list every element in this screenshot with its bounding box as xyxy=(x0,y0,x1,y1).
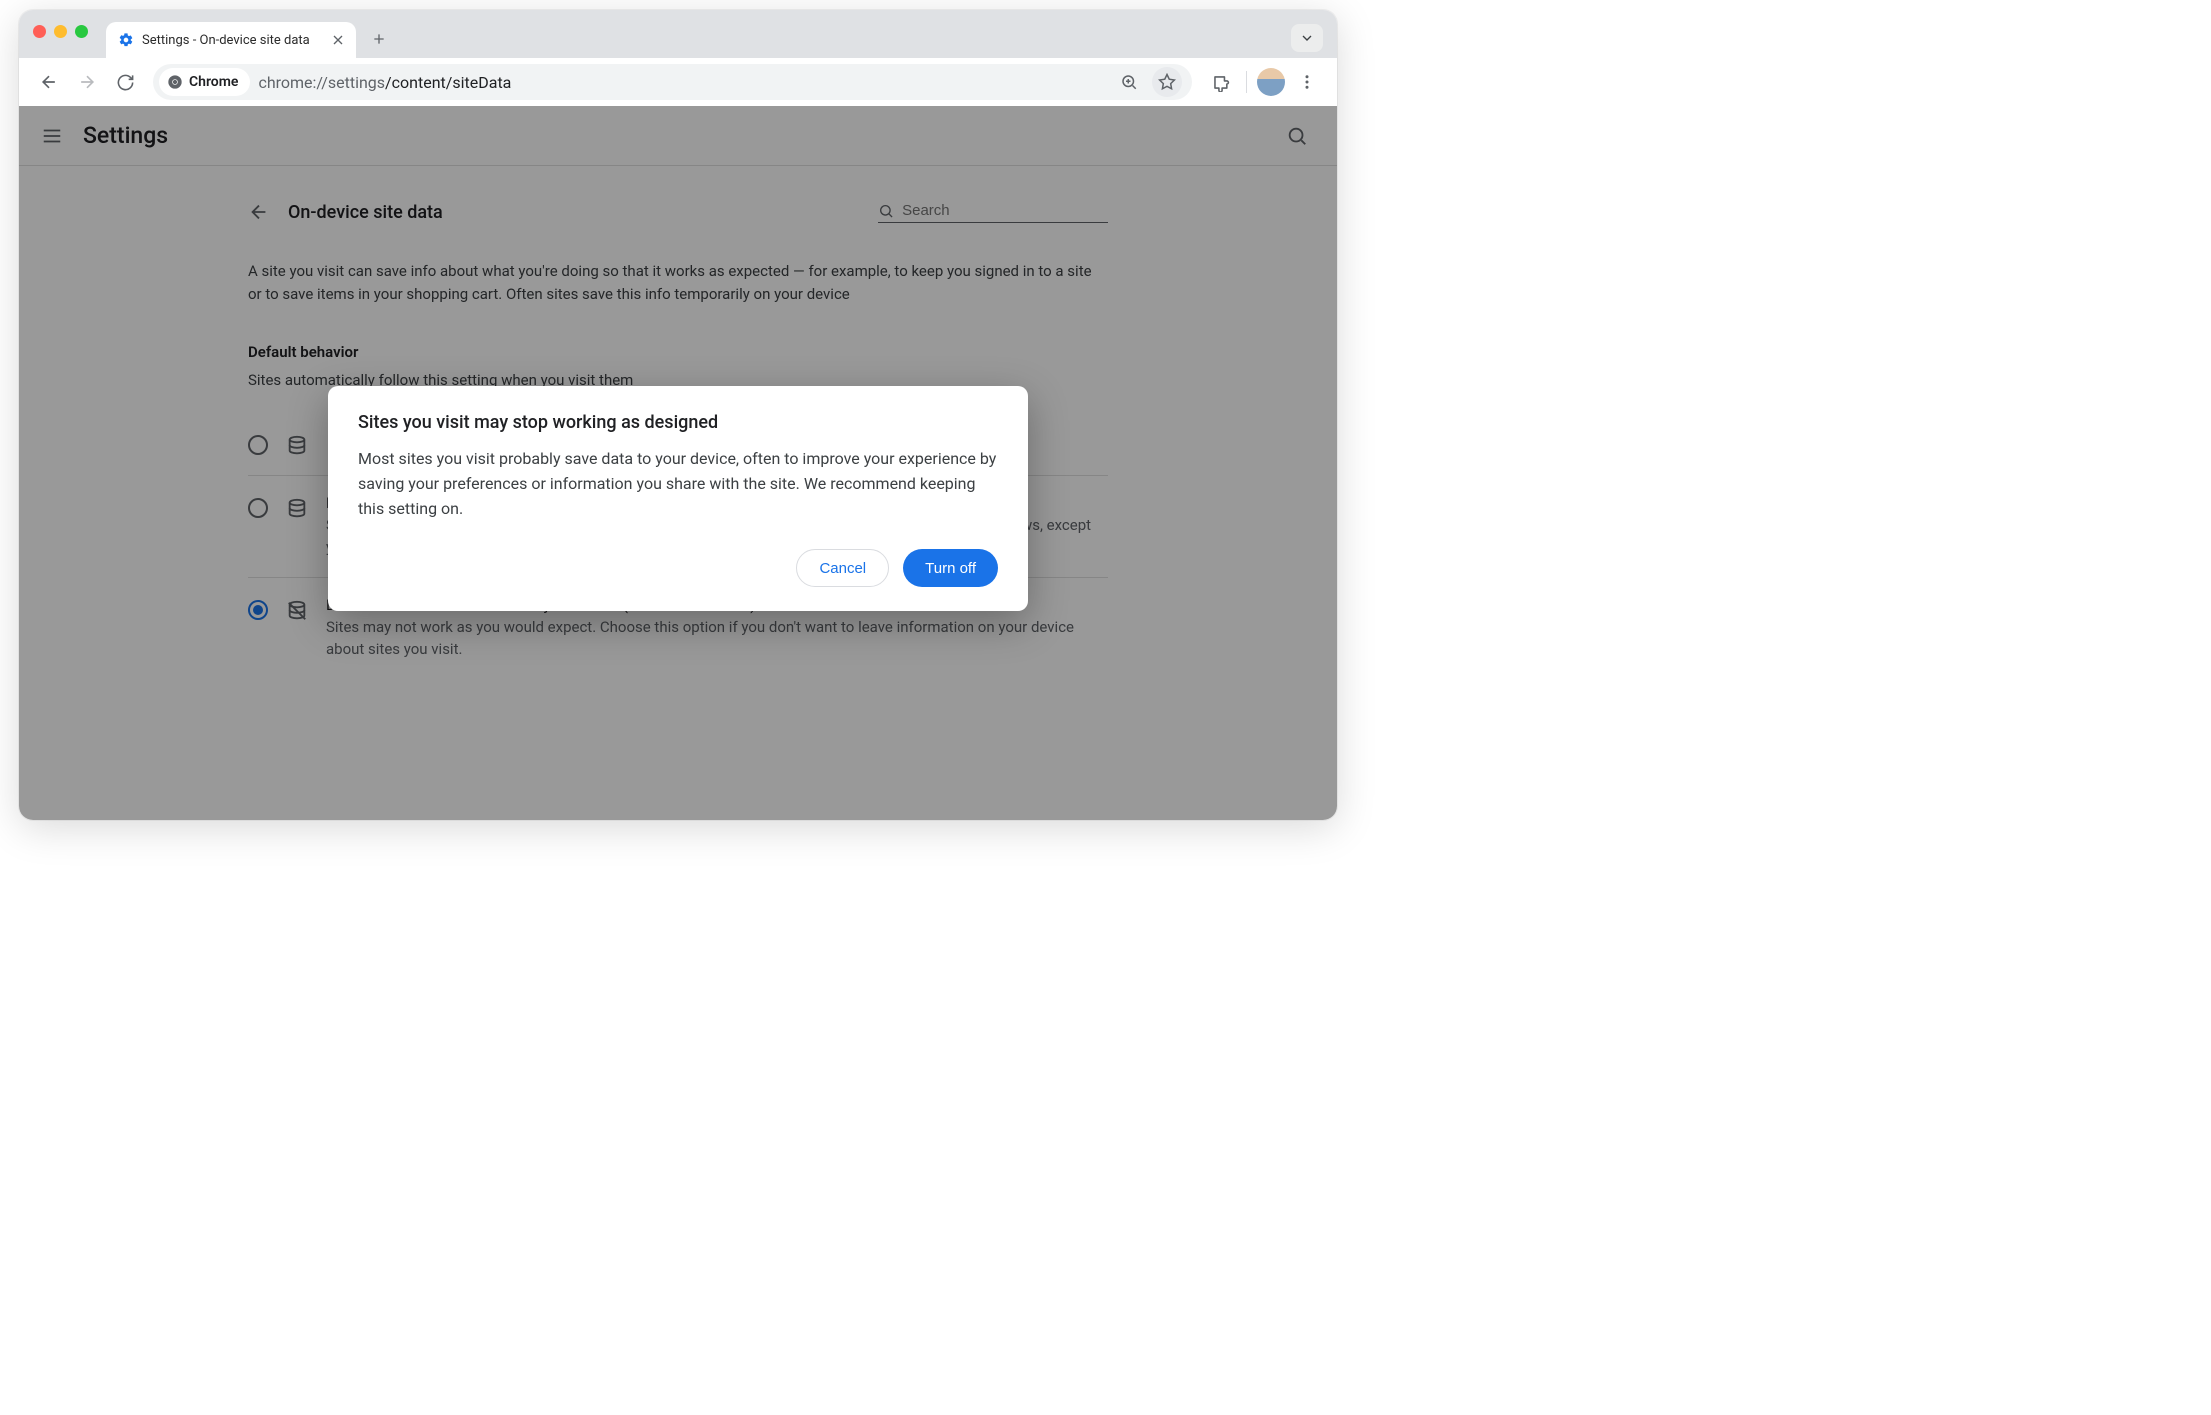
dialog-title: Sites you visit may stop working as desi… xyxy=(358,412,998,433)
settings-gear-icon xyxy=(118,32,134,48)
browser-menu-icon[interactable] xyxy=(1291,66,1323,98)
extensions-icon[interactable] xyxy=(1204,66,1236,98)
address-bar[interactable]: Chrome chrome://settings/content/siteDat… xyxy=(153,64,1192,100)
site-chip[interactable]: Chrome xyxy=(159,68,250,96)
new-tab-button[interactable] xyxy=(364,24,394,54)
confirm-dialog: Sites you visit may stop working as desi… xyxy=(328,386,1028,611)
minimize-window-button[interactable] xyxy=(54,25,67,38)
close-window-button[interactable] xyxy=(33,25,46,38)
chrome-icon xyxy=(167,74,183,90)
page-content: Settings On-device site data A site you … xyxy=(19,106,1337,820)
fullscreen-window-button[interactable] xyxy=(75,25,88,38)
profile-avatar[interactable] xyxy=(1257,68,1285,96)
browser-window: Settings - On-device site data Chrome ch… xyxy=(19,10,1337,820)
tab-overflow-button[interactable] xyxy=(1291,24,1323,52)
bookmark-star-icon[interactable] xyxy=(1152,67,1182,97)
dialog-body: Most sites you visit probably save data … xyxy=(358,447,998,521)
toolbar-divider xyxy=(1246,71,1247,93)
window-controls xyxy=(33,25,88,38)
url-text: chrome://settings/content/siteData xyxy=(258,73,1106,92)
site-chip-label: Chrome xyxy=(189,74,238,90)
nav-forward-button[interactable] xyxy=(71,66,103,98)
nav-back-button[interactable] xyxy=(33,66,65,98)
browser-tab[interactable]: Settings - On-device site data xyxy=(106,22,356,58)
cancel-button[interactable]: Cancel xyxy=(796,549,889,587)
tab-title: Settings - On-device site data xyxy=(142,33,322,48)
close-tab-icon[interactable] xyxy=(330,32,346,48)
zoom-icon[interactable] xyxy=(1114,67,1144,97)
tab-strip: Settings - On-device site data xyxy=(19,10,1337,58)
browser-toolbar: Chrome chrome://settings/content/siteDat… xyxy=(19,58,1337,106)
reload-button[interactable] xyxy=(109,66,141,98)
turn-off-button[interactable]: Turn off xyxy=(903,549,998,587)
